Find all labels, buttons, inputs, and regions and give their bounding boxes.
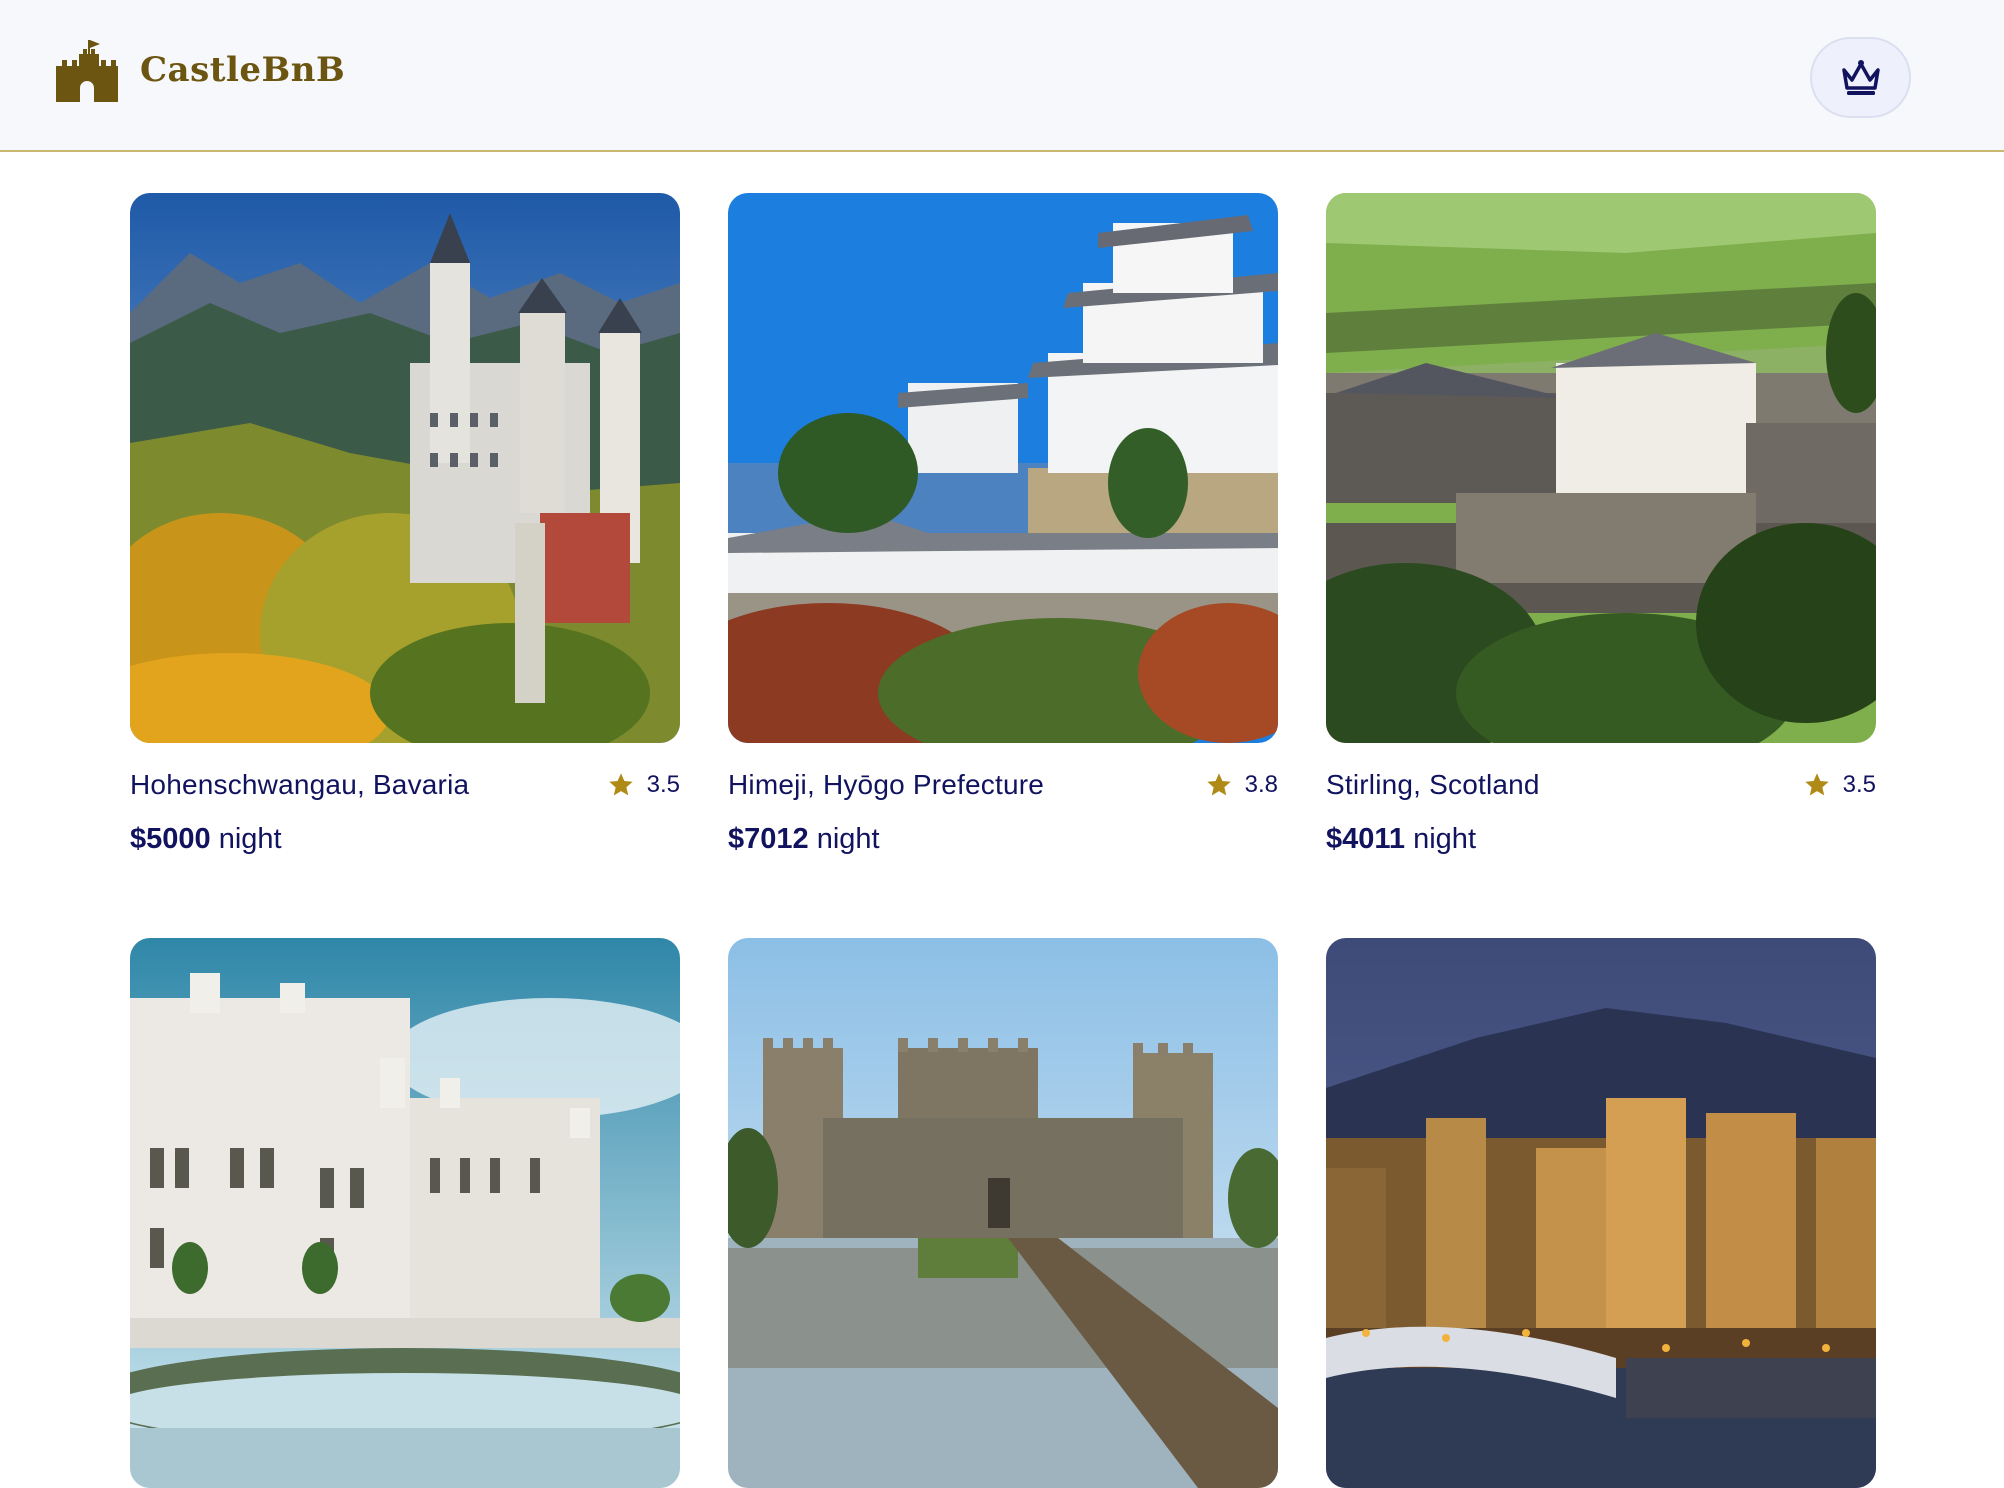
listing-location: Himeji, Hyōgo Prefecture — [728, 769, 1045, 800]
castle-icon — [56, 40, 118, 102]
star-icon — [608, 773, 633, 796]
rating-value: 3.5 — [646, 771, 680, 798]
star-icon — [1804, 773, 1829, 796]
bodiam-castle-photo[interactable] — [728, 938, 1278, 1488]
miramare-castle-photo[interactable] — [130, 938, 680, 1488]
rating-value: 3.8 — [1244, 771, 1278, 798]
listing-price-line: $5000 night — [130, 823, 680, 856]
app-name: CastleBnB — [140, 50, 346, 90]
rating-value: 3.5 — [1842, 771, 1876, 798]
listing-price: $5000 — [130, 823, 211, 855]
listing-card[interactable]: Stirling, Scotland 3.5 $4011 night — [1326, 193, 1876, 856]
app-logo[interactable]: CastleBnB — [56, 38, 345, 102]
listing-price-line: $4011 night — [1326, 823, 1876, 856]
listing-rating: 3.5 — [607, 771, 680, 799]
listing-card[interactable]: Hohenschwangau, Bavaria 3.5 $5000 night — [130, 193, 680, 856]
listing-price: $7012 — [728, 823, 809, 855]
listing-rating: 3.8 — [1205, 771, 1278, 799]
listing-rating: 3.5 — [1803, 771, 1876, 799]
listing-location: Hohenschwangau, Bavaria — [130, 769, 470, 800]
listing-card[interactable]: Himeji, Hyōgo Prefecture 3.8 $7012 night — [728, 193, 1278, 856]
stirling-castle-photo[interactable] — [1326, 193, 1876, 743]
listing-card[interactable] — [728, 938, 1278, 1488]
account-button[interactable] — [1810, 37, 1911, 118]
price-unit: night — [218, 823, 282, 855]
top-navigation-bar: CastleBnB — [0, 0, 2004, 152]
star-icon — [1206, 773, 1231, 796]
himeji-castle-photo[interactable] — [728, 193, 1278, 743]
price-unit: night — [1413, 823, 1476, 855]
crown-icon — [1841, 59, 1880, 95]
listing-price: $4011 — [1326, 823, 1406, 855]
neuschwanstein-castle-photo[interactable] — [130, 193, 680, 743]
conwy-castle-photo[interactable] — [1326, 938, 1876, 1488]
listing-card[interactable] — [130, 938, 680, 1488]
listing-location: Stirling, Scotland — [1326, 769, 1540, 800]
listing-card[interactable] — [1326, 938, 1876, 1488]
listing-price-line: $7012 night — [728, 823, 1278, 856]
price-unit: night — [816, 823, 880, 855]
